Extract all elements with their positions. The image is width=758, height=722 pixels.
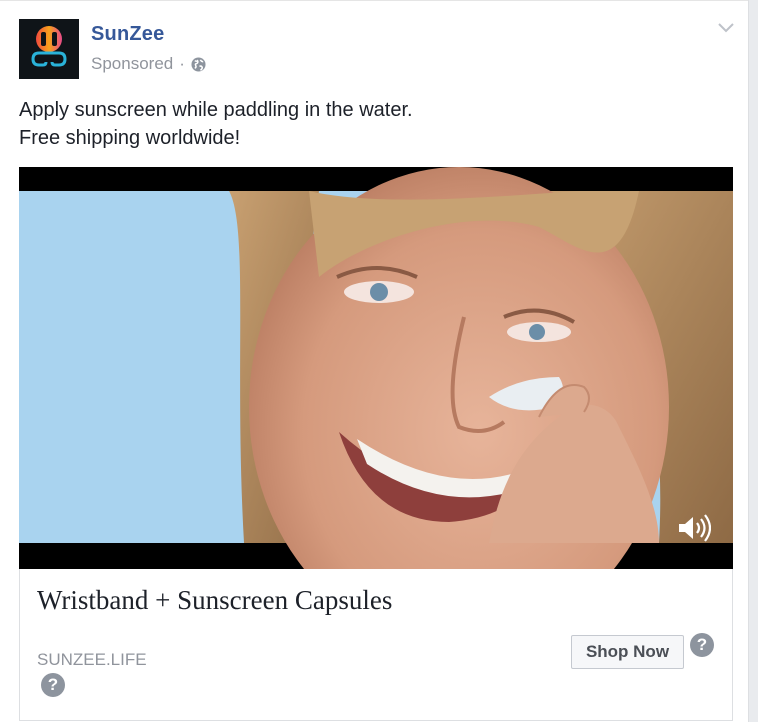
sponsored-row: Sponsored · bbox=[91, 54, 206, 74]
page-name-link[interactable]: SunZee bbox=[91, 23, 164, 46]
post-text-line: Free shipping worldwide! bbox=[19, 127, 241, 149]
ad-post-card: SunZee Sponsored · Apply sunscreen while… bbox=[0, 0, 749, 722]
divider bbox=[0, 0, 748, 1]
page-avatar[interactable] bbox=[19, 19, 79, 79]
chevron-down-icon[interactable] bbox=[716, 20, 736, 36]
help-icon[interactable]: ? bbox=[41, 673, 65, 697]
post-text-line: Apply sunscreen while paddling in the wa… bbox=[19, 99, 413, 121]
ad-headline[interactable]: Wristband + Sunscreen Capsules bbox=[37, 585, 392, 616]
volume-icon[interactable] bbox=[677, 513, 711, 543]
ad-domain: SUNZEE.LIFE bbox=[37, 650, 147, 669]
video-frame bbox=[19, 167, 733, 569]
separator-dot: · bbox=[179, 54, 185, 73]
globe-icon[interactable] bbox=[191, 56, 206, 72]
link-attachment[interactable]: Wristband + Sunscreen Capsules SUNZEE.LI… bbox=[19, 569, 733, 721]
shop-now-button[interactable]: Shop Now bbox=[571, 635, 684, 669]
post-message: Apply sunscreen while paddling in the wa… bbox=[19, 96, 719, 152]
help-icon[interactable]: ? bbox=[690, 633, 714, 657]
logo-icon bbox=[31, 26, 67, 67]
video-player[interactable] bbox=[19, 167, 733, 569]
sponsored-label[interactable]: Sponsored bbox=[91, 54, 173, 74]
